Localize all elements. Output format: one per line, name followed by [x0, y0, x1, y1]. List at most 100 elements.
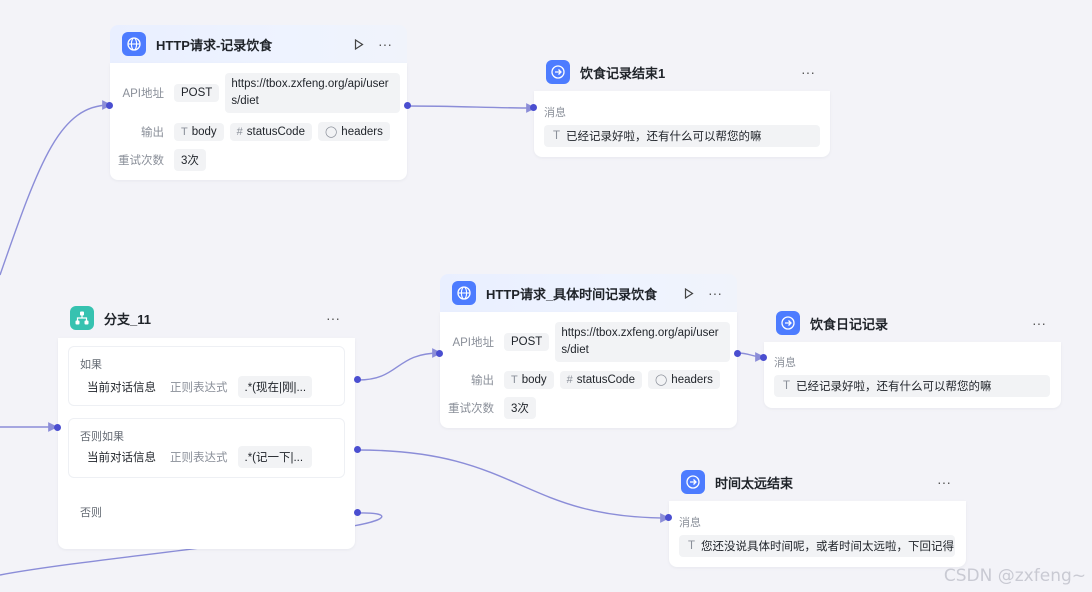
node-body: 如果 当前对话信息 正则表达式 .*(现在|刚|... 否则如果 当前对话信息 …: [58, 338, 355, 549]
text-type-icon: T: [783, 380, 791, 392]
condition-operator: 正则表达式: [170, 382, 228, 394]
retry-label: 重试次数: [448, 403, 494, 415]
api-label: API地址: [452, 337, 494, 349]
output-port-else-if[interactable]: [354, 446, 361, 453]
globe-icon: [452, 281, 476, 305]
message-label: 消息: [774, 357, 796, 369]
input-port[interactable]: [760, 354, 767, 361]
edge-http1-end1: [406, 103, 536, 113]
output-headers: ◯ headers: [317, 122, 390, 141]
node-header: 时间太远结束 ···: [669, 463, 966, 501]
url-field[interactable]: https://tbox.zxfeng.org/api/users/diet: [225, 73, 401, 113]
input-port[interactable]: [54, 424, 61, 431]
retry-value: 3次: [174, 149, 206, 171]
retry-label: 重试次数: [118, 155, 164, 167]
more-icon[interactable]: ···: [323, 308, 343, 328]
more-icon[interactable]: ···: [798, 62, 818, 82]
url-field[interactable]: https://tbox.zxfeng.org/api/users/diet: [555, 322, 731, 362]
message-field[interactable]: T 已经记录好啦，还有什么可以帮您的嘛: [544, 125, 820, 147]
more-icon[interactable]: ···: [375, 34, 395, 54]
arrow-right-circle-icon: [681, 470, 705, 494]
node-title: 分支_11: [104, 311, 151, 327]
output-status-code: # statusCode: [229, 122, 312, 141]
condition-left: 当前对话信息: [87, 452, 156, 464]
method-chip: POST: [174, 84, 220, 102]
workflow-canvas[interactable]: HTTP请求-记录饮食 ··· API地址 POST https://tbox.…: [0, 0, 1092, 592]
node-title: HTTP请求-记录饮食: [156, 37, 273, 53]
branch-else-if[interactable]: 否则如果 当前对话信息 正则表达式 .*(记一下|...: [68, 418, 345, 478]
more-icon[interactable]: ···: [934, 472, 954, 492]
http-node-record-diet[interactable]: HTTP请求-记录饮食 ··· API地址 POST https://tbox.…: [110, 25, 407, 180]
watermark: CSDN @zxfeng~: [943, 566, 1086, 586]
arrow-right-circle-icon: [776, 311, 800, 335]
text-type-icon: T: [688, 540, 696, 552]
branch-label: 否则: [80, 507, 102, 519]
person-icon: ◯: [654, 374, 668, 386]
output-label: 输出: [471, 374, 494, 387]
output-label: 输出: [141, 126, 164, 139]
branch-icon: [70, 306, 94, 330]
person-icon: ◯: [324, 126, 338, 138]
end-node-diet-record-1[interactable]: 饮食记录结束1 ··· 消息 T 已经记录好啦，还有什么可以帮您的嘛: [534, 53, 830, 157]
message-label: 消息: [544, 107, 566, 119]
edge-branch-end3: [357, 449, 670, 523]
condition-operator: 正则表达式: [170, 452, 228, 464]
edge-in-http1: [0, 100, 112, 276]
node-header: 饮食日记记录 ···: [764, 304, 1061, 342]
end-node-diet-diary[interactable]: 饮食日记记录 ··· 消息 T 已经记录好啦，还有什么可以帮您的嘛: [764, 304, 1061, 408]
node-body: API地址 POST https://tbox.zxfeng.org/api/u…: [440, 312, 737, 428]
node-header: HTTP请求_具体时间记录饮食 ···: [440, 274, 737, 312]
message-field[interactable]: T 已经记录好啦，还有什么可以帮您的嘛: [774, 375, 1050, 397]
hash-icon: #: [566, 373, 573, 386]
output-body: Tbody: [504, 370, 554, 389]
text-type-icon: T: [181, 125, 188, 138]
node-title: 时间太远结束: [715, 475, 794, 491]
node-header: 分支_11 ···: [58, 298, 355, 338]
text-type-icon: T: [553, 130, 561, 142]
node-title: 饮食记录结束1: [580, 65, 666, 81]
input-port[interactable]: [106, 102, 113, 109]
message-label: 消息: [679, 517, 701, 529]
node-body: API地址 POST https://tbox.zxfeng.org/api/u…: [110, 63, 407, 180]
globe-icon: [122, 32, 146, 56]
more-icon[interactable]: ···: [705, 283, 725, 303]
http-node-specific-time[interactable]: HTTP请求_具体时间记录饮食 ··· API地址 POST https://t…: [440, 274, 737, 428]
node-body: 消息 T 已经记录好啦，还有什么可以帮您的嘛: [764, 342, 1061, 408]
node-header: HTTP请求-记录饮食 ···: [110, 25, 407, 63]
method-chip: POST: [504, 333, 550, 351]
condition-left: 当前对话信息: [87, 382, 156, 394]
node-header: 饮食记录结束1 ···: [534, 53, 830, 91]
output-headers: ◯ headers: [647, 370, 720, 389]
edge-branch-http2: [357, 348, 442, 381]
branch-label: 否则如果: [80, 431, 124, 443]
condition-value[interactable]: .*(现在|刚|...: [237, 376, 312, 398]
branch-node[interactable]: 分支_11 ··· 如果 当前对话信息 正则表达式 .*(现在|刚|... 否则…: [58, 298, 355, 549]
branch-else[interactable]: 否则: [68, 488, 345, 538]
message-field[interactable]: T 您还没说具体时间呢，或者时间太远啦，下回记得...: [679, 535, 955, 557]
input-port[interactable]: [665, 514, 672, 521]
output-status-code: # statusCode: [559, 370, 642, 389]
output-port-if[interactable]: [354, 376, 361, 383]
output-port-else[interactable]: [354, 509, 361, 516]
node-title: 饮食日记记录: [810, 316, 889, 332]
play-icon[interactable]: [349, 34, 369, 54]
output-port[interactable]: [734, 350, 741, 357]
condition-value[interactable]: .*(记一下|...: [237, 446, 312, 468]
output-port[interactable]: [404, 102, 411, 109]
node-body: 消息 T 已经记录好啦，还有什么可以帮您的嘛: [534, 91, 830, 157]
node-body: 消息 T 您还没说具体时间呢，或者时间太远啦，下回记得...: [669, 501, 966, 567]
end-node-time-too-far[interactable]: 时间太远结束 ··· 消息 T 您还没说具体时间呢，或者时间太远啦，下回记得...: [669, 463, 966, 567]
api-label: API地址: [122, 88, 164, 100]
arrow-right-circle-icon: [546, 60, 570, 84]
branch-label: 如果: [80, 359, 102, 371]
input-port[interactable]: [436, 350, 443, 357]
branch-if[interactable]: 如果 当前对话信息 正则表达式 .*(现在|刚|...: [68, 346, 345, 406]
hash-icon: #: [236, 125, 243, 138]
more-icon[interactable]: ···: [1029, 313, 1049, 333]
node-title: HTTP请求_具体时间记录饮食: [486, 286, 658, 302]
input-port[interactable]: [530, 104, 537, 111]
retry-value: 3次: [504, 397, 536, 419]
text-type-icon: T: [511, 373, 518, 386]
play-icon[interactable]: [679, 283, 699, 303]
output-body: Tbody: [174, 122, 224, 141]
